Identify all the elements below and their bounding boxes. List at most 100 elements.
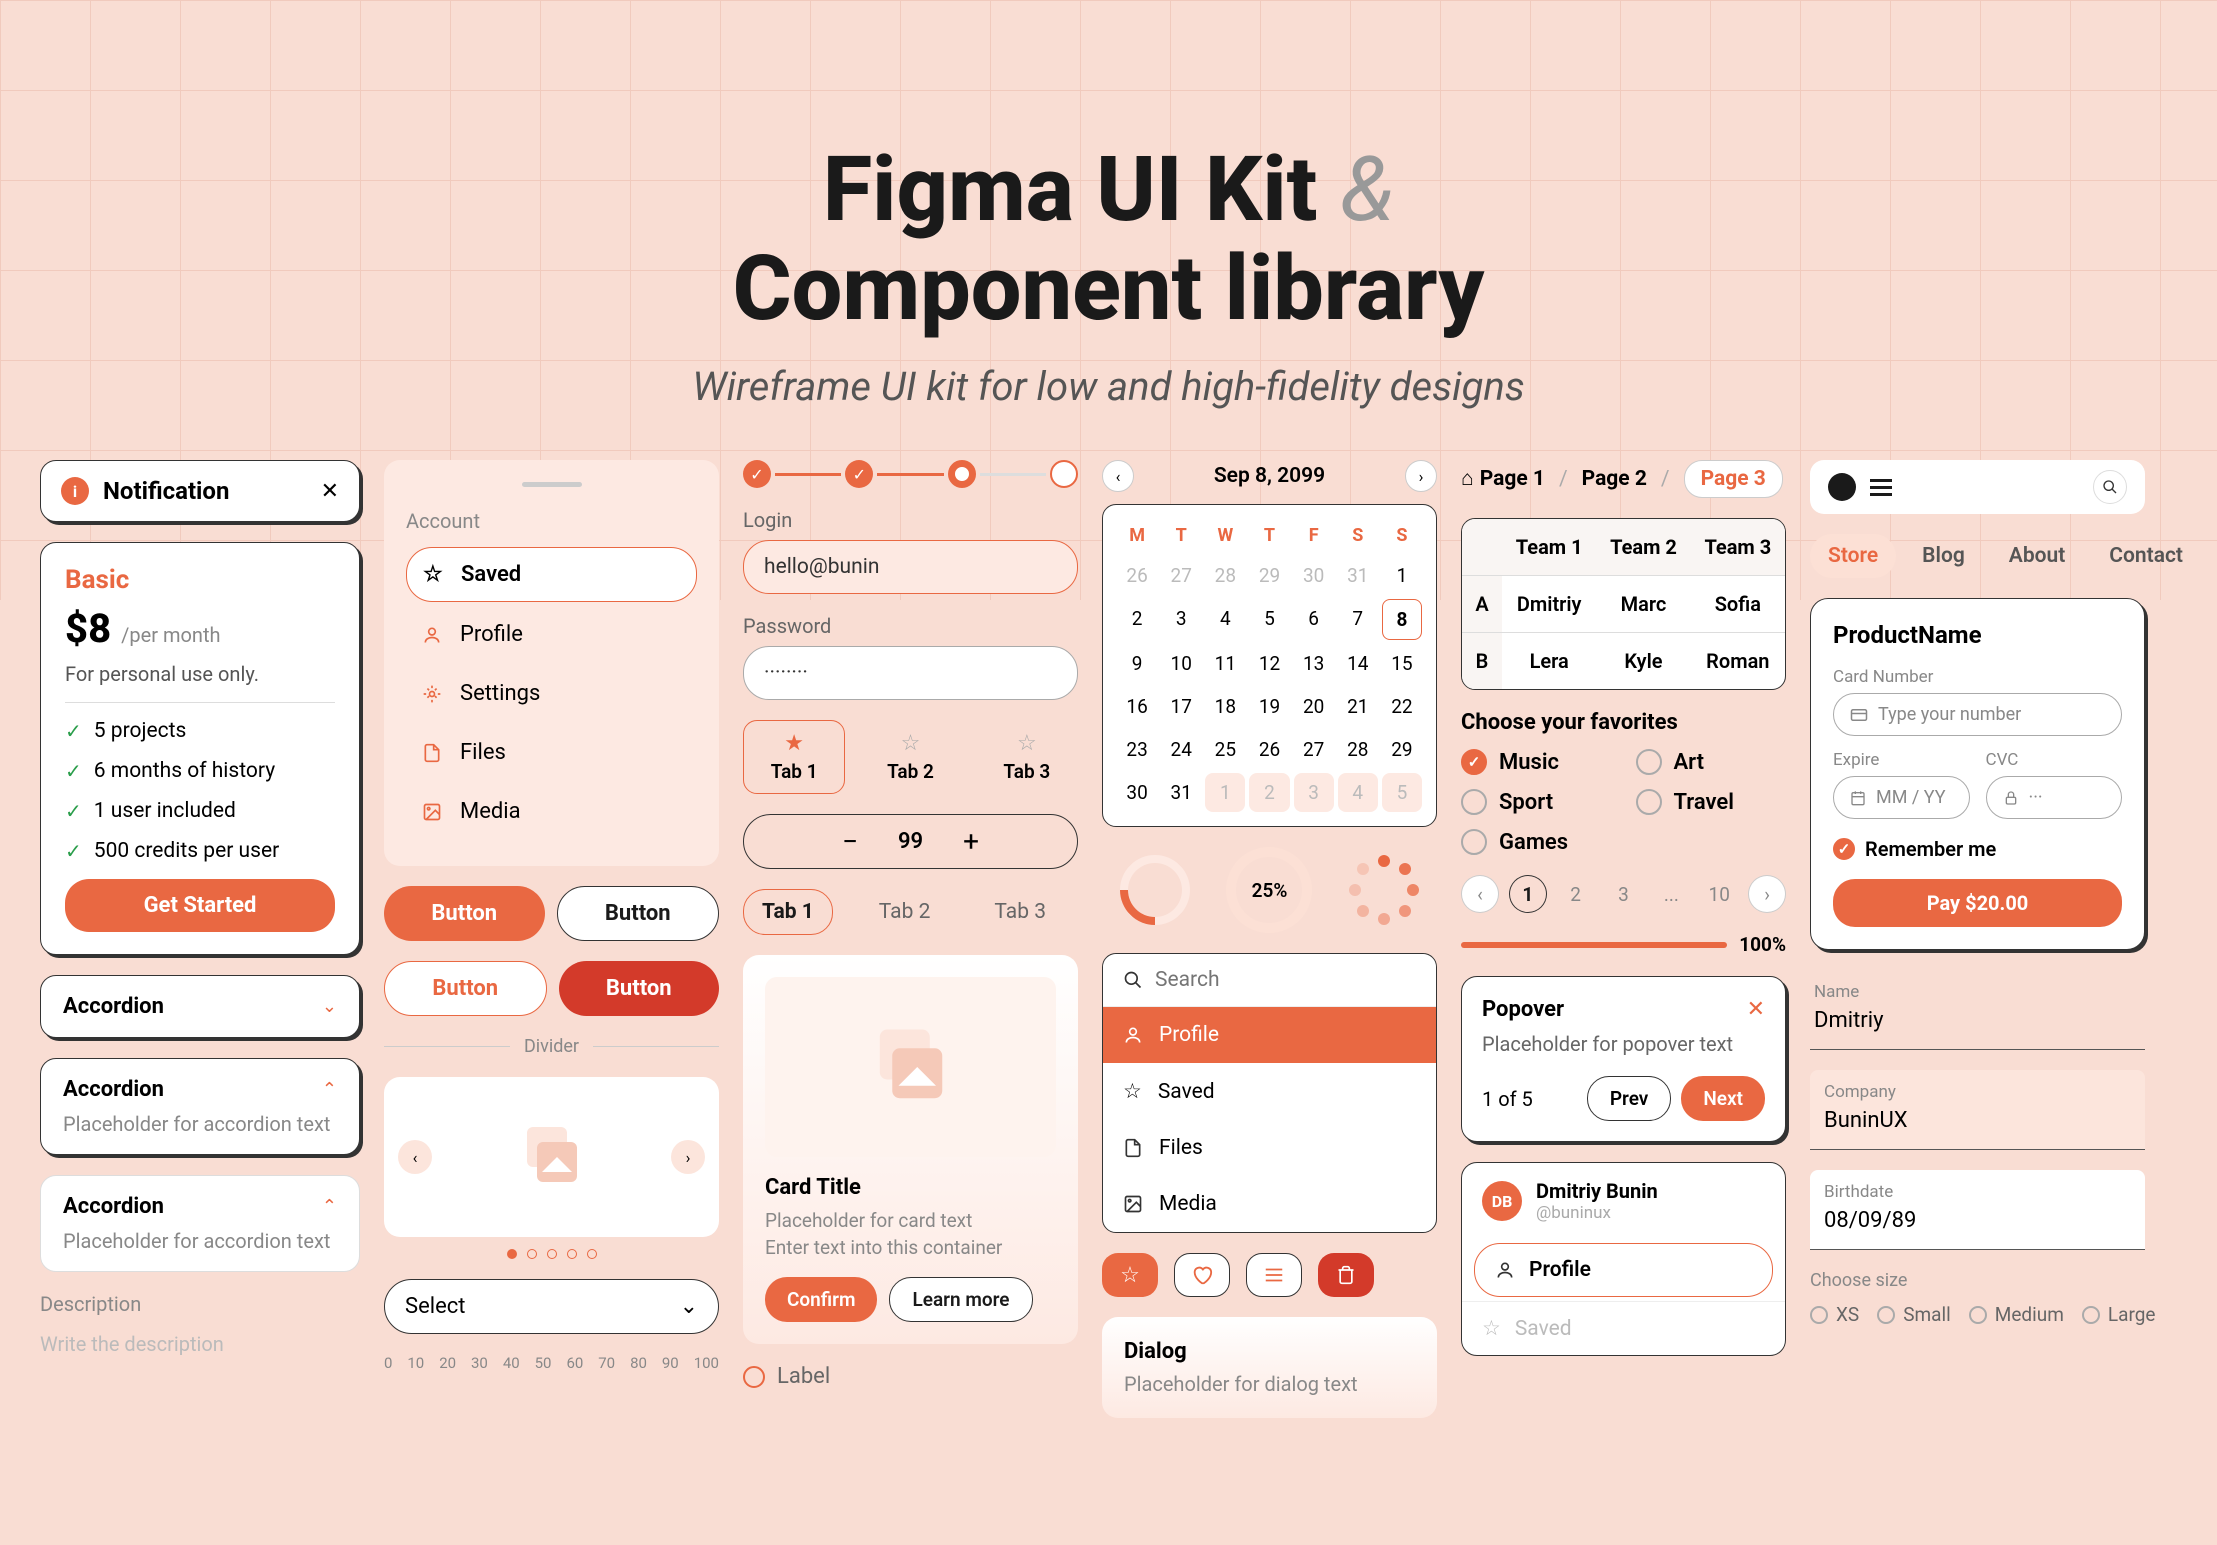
description-input[interactable]: Write the description — [40, 1332, 360, 1356]
calendar-day[interactable]: 31 — [1161, 773, 1201, 812]
calendar-day[interactable]: 28 — [1338, 730, 1378, 769]
breadcrumb-item[interactable]: Page 3 — [1684, 460, 1783, 498]
calendar-day[interactable]: 7 — [1338, 599, 1378, 640]
confirm-button[interactable]: Confirm — [765, 1277, 877, 1322]
calendar-day[interactable]: 18 — [1205, 687, 1245, 726]
calendar-prev-button[interactable]: ‹ — [1102, 460, 1134, 492]
accordion-expanded[interactable]: Accordion ⌃ Placeholder for accordion te… — [40, 1058, 360, 1155]
calendar-next-button[interactable]: › — [1405, 460, 1437, 492]
size-option[interactable]: Medium — [1969, 1303, 2064, 1326]
remember-checkbox[interactable]: ✓ Remember me — [1833, 837, 2122, 861]
tab-3[interactable]: Tab 3 — [976, 890, 1064, 934]
close-icon[interactable]: ✕ — [321, 479, 339, 504]
calendar-day[interactable]: 25 — [1205, 730, 1245, 769]
calendar-day[interactable]: 10 — [1161, 644, 1201, 683]
menu-item-files[interactable]: Files — [1103, 1120, 1436, 1176]
pagination-page[interactable]: 1 — [1509, 875, 1547, 913]
pagination-prev[interactable]: ‹ — [1461, 875, 1499, 913]
pagination-next[interactable]: › — [1748, 875, 1786, 913]
close-icon[interactable]: ✕ — [1747, 997, 1765, 1022]
tab-2[interactable]: Tab 2 — [861, 890, 949, 934]
tab-3[interactable]: ☆Tab 3 — [976, 720, 1078, 794]
sidebar-item-profile[interactable]: Profile — [406, 608, 697, 661]
calendar-day[interactable]: 26 — [1249, 730, 1289, 769]
delete-button[interactable] — [1318, 1253, 1374, 1297]
breadcrumb-item[interactable]: ⌂Page 1 — [1461, 467, 1545, 491]
increment-button[interactable]: + — [963, 825, 979, 858]
sidebar-item-media[interactable]: Media — [406, 785, 697, 838]
sidebar-item-files[interactable]: Files — [406, 726, 697, 779]
button-secondary[interactable]: Button — [384, 961, 547, 1016]
tab-2[interactable]: ☆Tab 2 — [859, 720, 961, 794]
pay-button[interactable]: Pay $20.00 — [1833, 879, 2122, 927]
birthdate-field[interactable]: Birthdate 08/09/89 — [1810, 1170, 2145, 1250]
drag-handle[interactable] — [522, 482, 582, 487]
heart-button[interactable] — [1174, 1253, 1230, 1297]
cvc-input[interactable]: ··· — [1986, 776, 2123, 819]
calendar-day[interactable]: 30 — [1117, 773, 1157, 812]
select-dropdown[interactable]: Select ⌄ — [384, 1279, 719, 1334]
carousel-next-button[interactable]: › — [671, 1140, 705, 1174]
menu-item-media[interactable]: Media — [1103, 1176, 1436, 1232]
calendar-day[interactable]: 12 — [1249, 644, 1289, 683]
calendar-day[interactable]: 8 — [1382, 599, 1422, 640]
calendar-day[interactable]: 17 — [1161, 687, 1201, 726]
size-option[interactable]: XS — [1810, 1303, 1859, 1326]
calendar-day[interactable]: 11 — [1205, 644, 1245, 683]
dot-indicator[interactable] — [587, 1249, 597, 1259]
button-outline[interactable]: Button — [557, 886, 720, 941]
pagination-page[interactable]: 3 — [1605, 875, 1643, 913]
calendar-day[interactable]: 16 — [1117, 687, 1157, 726]
calendar-day[interactable]: 22 — [1382, 687, 1422, 726]
get-started-button[interactable]: Get Started — [65, 879, 335, 932]
popover-prev-button[interactable]: Prev — [1587, 1076, 1671, 1121]
decrement-button[interactable]: − — [842, 825, 858, 858]
dot-indicator[interactable] — [527, 1249, 537, 1259]
calendar-day[interactable]: 5 — [1249, 599, 1289, 640]
nav-tab-blog[interactable]: Blog — [1904, 534, 1983, 578]
password-input[interactable] — [743, 646, 1078, 700]
search-input[interactable] — [1155, 968, 1423, 992]
calendar-day[interactable]: 1 — [1382, 556, 1422, 595]
login-input[interactable] — [743, 540, 1078, 594]
menu-button[interactable] — [1246, 1253, 1302, 1297]
tab-1[interactable]: Tab 1 — [743, 889, 833, 935]
sidebar-item-settings[interactable]: Settings — [406, 667, 697, 720]
user-menu-profile[interactable]: Profile — [1474, 1243, 1773, 1297]
pagination-page[interactable]: 10 — [1700, 875, 1738, 913]
nav-tab-store[interactable]: Store — [1810, 534, 1896, 578]
nav-tab-contact[interactable]: Contact — [2091, 534, 2201, 578]
breadcrumb-item[interactable]: Page 2 — [1582, 467, 1647, 491]
calendar-day[interactable]: 24 — [1161, 730, 1201, 769]
dot-indicator[interactable] — [547, 1249, 557, 1259]
favorite-option[interactable]: Art — [1636, 749, 1787, 775]
hamburger-icon[interactable] — [1870, 479, 1892, 496]
accordion-collapsed[interactable]: Accordion ⌄ — [40, 975, 360, 1038]
company-field[interactable]: Company BuninUX — [1810, 1070, 2145, 1150]
name-field[interactable]: Name Dmitriy — [1810, 970, 2145, 1050]
calendar-day[interactable]: 29 — [1382, 730, 1422, 769]
calendar-day[interactable]: 23 — [1117, 730, 1157, 769]
calendar-day[interactable]: 20 — [1294, 687, 1334, 726]
calendar-day[interactable]: 21 — [1338, 687, 1378, 726]
expire-input[interactable]: MM / YY — [1833, 776, 1970, 819]
calendar-day[interactable]: 14 — [1338, 644, 1378, 683]
learn-more-button[interactable]: Learn more — [889, 1277, 1032, 1322]
calendar-day[interactable]: 6 — [1294, 599, 1334, 640]
calendar-day[interactable]: 19 — [1249, 687, 1289, 726]
favorite-option[interactable]: ✓Music — [1461, 749, 1612, 775]
calendar-day[interactable]: 27 — [1294, 730, 1334, 769]
menu-item-saved[interactable]: ☆Saved — [1103, 1063, 1436, 1120]
card-number-input[interactable]: Type your number — [1833, 693, 2122, 736]
calendar-day[interactable]: 4 — [1205, 599, 1245, 640]
dot-indicator[interactable] — [507, 1249, 517, 1259]
favorite-option[interactable]: Travel — [1636, 789, 1787, 815]
nav-tab-about[interactable]: About — [1991, 534, 2084, 578]
brand-logo[interactable] — [1828, 473, 1856, 501]
popover-next-button[interactable]: Next — [1681, 1076, 1765, 1121]
calendar-day[interactable]: 3 — [1161, 599, 1201, 640]
menu-item-profile[interactable]: Profile — [1103, 1007, 1436, 1063]
pagination-page[interactable]: 2 — [1557, 875, 1595, 913]
dot-indicator[interactable] — [567, 1249, 577, 1259]
button-danger[interactable]: Button — [559, 961, 720, 1016]
